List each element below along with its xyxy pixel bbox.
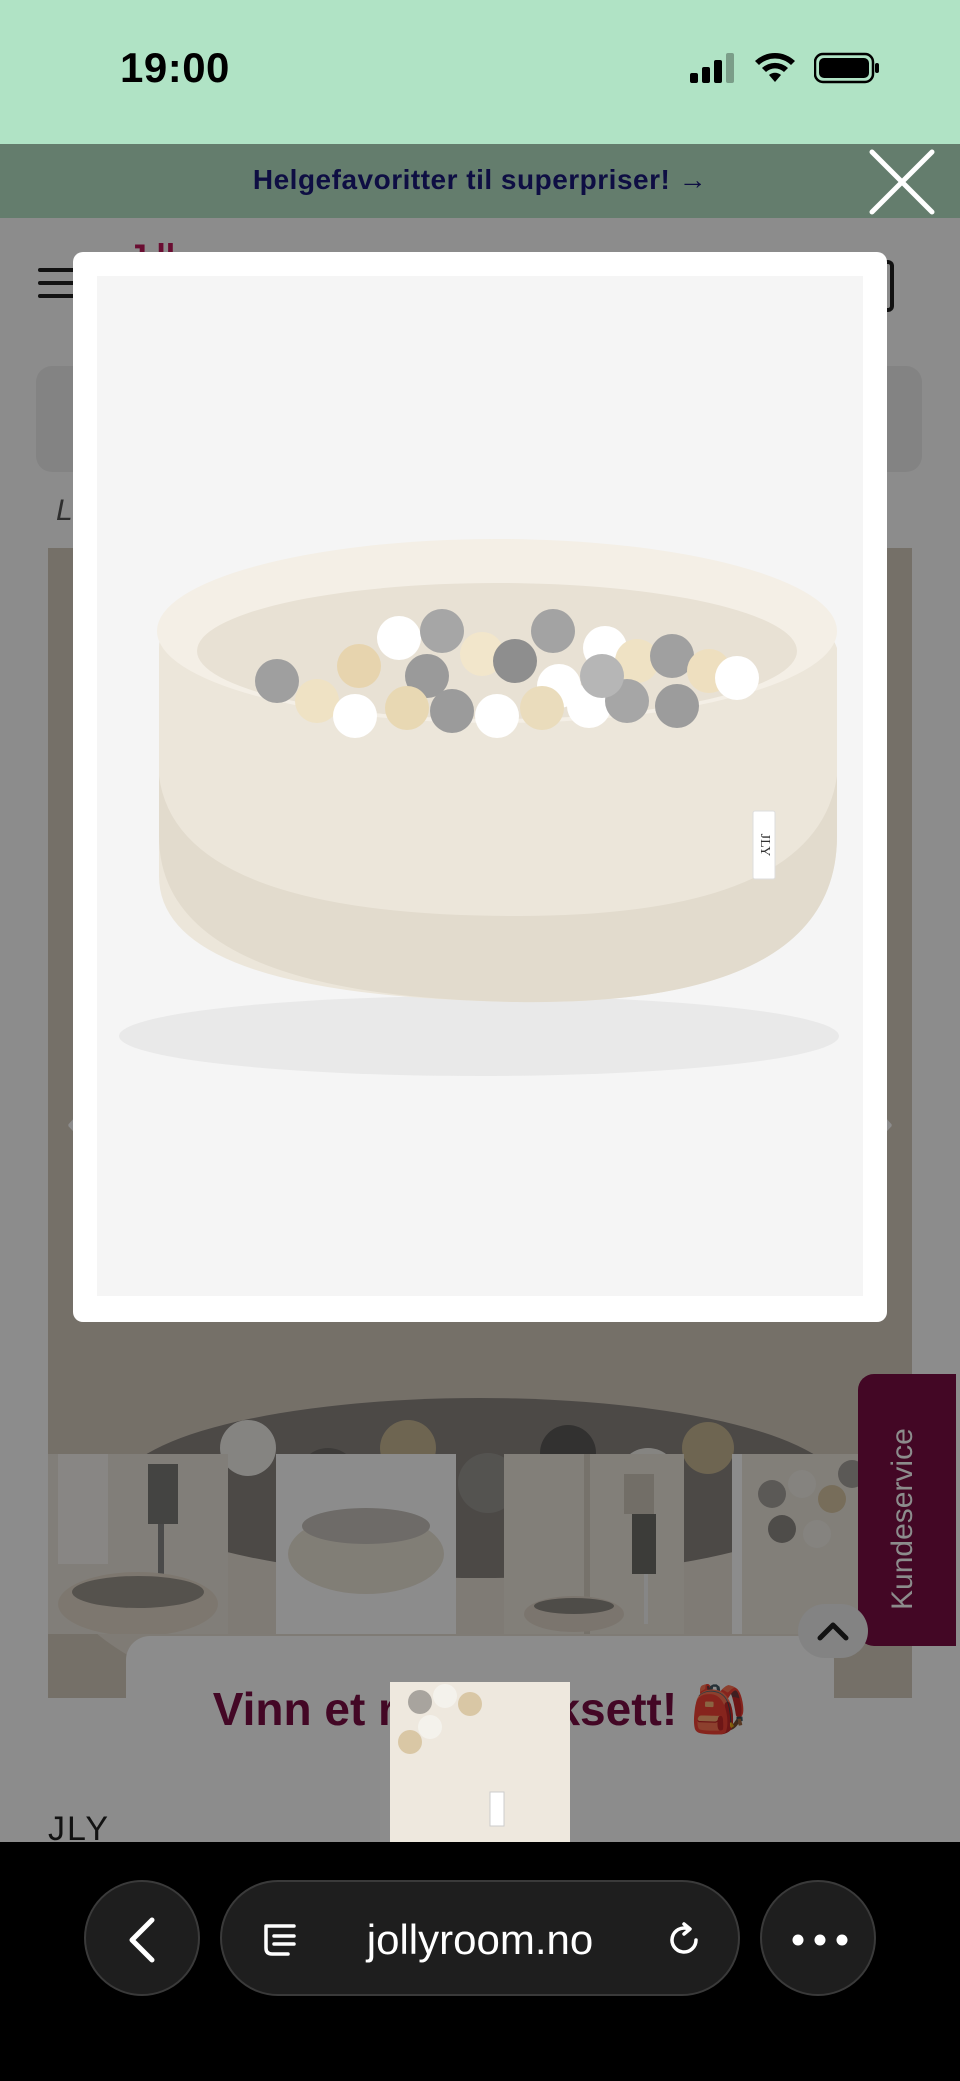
floating-thumbnail[interactable] (390, 1682, 570, 1842)
status-bar: 19:00 (0, 0, 960, 144)
modal-backdrop-banner[interactable] (0, 144, 960, 218)
more-options-button[interactable] (760, 1880, 876, 1996)
back-arrow-icon (129, 1917, 155, 1963)
status-icons (690, 52, 880, 84)
status-time: 19:00 (120, 44, 230, 91)
browser-toolbar: jollyroom.no (0, 1842, 960, 2081)
battery-icon (814, 52, 879, 84)
address-bar[interactable]: jollyroom.no (220, 1880, 740, 1996)
wifi-icon (755, 53, 795, 82)
cellular-signal-icon (690, 53, 734, 83)
reload-icon[interactable] (662, 1918, 706, 1962)
url-text[interactable]: jollyroom.no (222, 1916, 738, 1964)
image-lightbox: JLY (73, 252, 887, 1322)
browser-back-button[interactable] (84, 1880, 200, 1996)
close-lightbox-button[interactable] (866, 146, 938, 218)
floating-thumbnail-image (390, 1682, 570, 1842)
more-icon (792, 1934, 848, 1946)
brand-tag-text: JLY (757, 834, 772, 857)
lightbox-product-image[interactable]: JLY (97, 276, 863, 1296)
ball-pit-image: JLY (97, 276, 863, 1296)
close-icon (869, 149, 935, 215)
